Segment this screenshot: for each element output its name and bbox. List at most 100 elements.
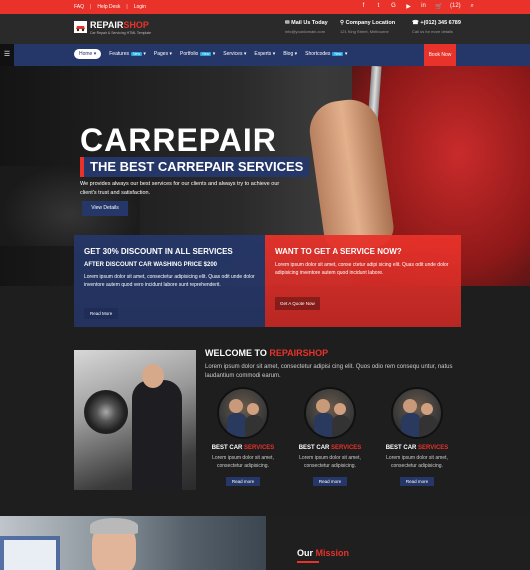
- cart-count[interactable]: (12): [450, 3, 461, 10]
- nav-item-experts[interactable]: Experts ▾: [254, 51, 275, 57]
- background-screen: [4, 540, 56, 570]
- faq-link[interactable]: FAQ: [74, 4, 84, 10]
- nav-item-portfolio[interactable]: Portfolio New ▾: [180, 51, 215, 57]
- service-title: BEST CAR SERVICES: [295, 445, 365, 451]
- discount-title: GET 30% DISCOUNT IN ALL SERVICES: [84, 247, 233, 256]
- mechanic-body: [132, 380, 182, 490]
- service-desc: Lorem ipsum dolor sit amet, consectetur …: [386, 455, 448, 469]
- nav-item-home[interactable]: Home ▾: [74, 49, 102, 59]
- logo-text: REPAIRSHOP: [90, 20, 149, 30]
- main-nav: ☰ Home ▾ Features New ▾ Pages ▾ Portfolio…: [0, 44, 530, 66]
- service-desc: Lorem ipsum dolor sit amet, consectetur …: [299, 455, 361, 469]
- location-info: ⚲ Company Location 121 King Street, Melb…: [340, 20, 395, 34]
- google-plus-icon[interactable]: G: [390, 3, 397, 10]
- portrait-hair: [90, 518, 138, 534]
- search-icon[interactable]: ⌕: [469, 3, 476, 10]
- read-more-button[interactable]: Read more: [399, 477, 435, 486]
- logo-tagline: Car Repair & Servicing HTML Template: [90, 31, 152, 35]
- new-badge: New: [200, 52, 212, 56]
- welcome-prefix: WELCOME TO: [205, 348, 270, 358]
- phone-info: ☎ +(012) 345 6789 Call us for more detai…: [412, 20, 461, 34]
- service-quote-box: WANT TO GET A SERVICE NOW? Lorem ipsum d…: [265, 235, 461, 327]
- new-badge: New: [130, 52, 142, 56]
- welcome-text: Lorem ipsum dolor sit amet, consectetur …: [205, 364, 453, 379]
- hero-text: We provides always our best services for…: [80, 181, 280, 196]
- service-card: BEST CAR SERVICES Lorem ipsum dolor sit …: [295, 387, 365, 488]
- top-links: FAQ | Help Desk | Login: [74, 4, 146, 10]
- read-more-button[interactable]: Read more: [312, 477, 348, 486]
- discount-text: Lorem ipsum dolor sit amet, consectetur …: [84, 274, 255, 288]
- nav-label: Shortcodes: [305, 51, 331, 57]
- service-image: [304, 387, 356, 439]
- new-badge: New: [332, 52, 344, 56]
- mission-prefix: Our: [297, 548, 316, 558]
- mechanic-photo: [74, 350, 196, 490]
- discount-subtitle: AFTER DISCOUNT CAR WASHING PRICE $200: [84, 262, 218, 268]
- nav-label: Features: [109, 51, 129, 57]
- mechanic-head: [142, 364, 164, 388]
- phone-title: +(012) 345 6789: [420, 20, 461, 26]
- nav-label: Home: [79, 51, 93, 57]
- location-title: Company Location: [345, 20, 396, 26]
- mission-suffix: Mission: [315, 548, 350, 558]
- service-card: BEST CAR SERVICES Lorem ipsum dolor sit …: [382, 387, 452, 488]
- nav-label: Pages: [153, 51, 169, 57]
- nav-items: Home ▾ Features New ▾ Pages ▾ Portfolio Ne…: [74, 49, 347, 59]
- nav-item-shortcodes[interactable]: Shortcodes New ▾: [305, 51, 347, 57]
- mechanic-portrait: [0, 516, 266, 570]
- service-title-a: BEST CAR: [298, 445, 332, 451]
- linkedin-icon[interactable]: in: [420, 3, 427, 10]
- welcome-suffix: REPAIRSHOP: [269, 348, 329, 358]
- view-details-button[interactable]: View Details: [82, 201, 128, 216]
- location-sub: 121 King Street, Melbourne: [340, 29, 389, 34]
- mail-title: Mail Us Today: [291, 20, 328, 26]
- settings-toggle-icon[interactable]: ☰: [0, 44, 14, 66]
- nav-item-features[interactable]: Features New ▾: [109, 51, 146, 57]
- nav-label: Services: [223, 51, 243, 57]
- service-image: [391, 387, 443, 439]
- car-logo-icon: [74, 21, 87, 33]
- cart-icon[interactable]: 🛒: [435, 3, 442, 10]
- twitter-icon[interactable]: t: [375, 3, 382, 10]
- wheel-shape: [84, 390, 128, 434]
- social-icons: f t G ▶ in 🛒 (12) ⌕: [360, 3, 476, 10]
- service-card: BEST CAR SERVICES Lorem ipsum dolor sit …: [208, 387, 278, 488]
- mission-title: Our Mission: [297, 548, 349, 558]
- nav-item-services[interactable]: Services ▾: [223, 51, 246, 57]
- service-title-a: BEST CAR: [385, 445, 419, 451]
- service-image: [217, 387, 269, 439]
- hero-subtitle: THE BEST CARREPAIR SERVICES: [80, 157, 310, 177]
- service-title: BEST CAR SERVICES: [382, 445, 452, 451]
- separator: |: [90, 4, 92, 10]
- nav-label: Blog: [283, 51, 294, 57]
- mail-info: ✉ Mail Us Today info@yourdomain.com: [285, 20, 328, 34]
- separator: |: [126, 4, 128, 10]
- nav-item-blog[interactable]: Blog ▾: [283, 51, 297, 57]
- discount-box: GET 30% DISCOUNT IN ALL SERVICES AFTER D…: [74, 235, 265, 327]
- service-title-b: SERVICES: [244, 445, 275, 451]
- service-title-a: BEST CAR: [211, 445, 245, 451]
- logo-prefix: REPAIR: [90, 20, 124, 30]
- mail-sub: info@yourdomain.com: [285, 29, 326, 34]
- nav-label: Portfolio: [180, 51, 199, 57]
- help-desk-link[interactable]: Help Desk: [97, 4, 120, 10]
- read-more-button[interactable]: Read more: [225, 477, 261, 486]
- login-link[interactable]: Login: [134, 4, 146, 10]
- youtube-icon[interactable]: ▶: [405, 3, 412, 10]
- top-bar: FAQ | Help Desk | Login f t G ▶ in 🛒 (12…: [0, 0, 530, 14]
- site-header: REPAIRSHOP Car Repair & Servicing HTML T…: [0, 14, 530, 44]
- nav-label: Experts: [254, 51, 272, 57]
- nav-item-pages[interactable]: Pages ▾: [154, 51, 172, 57]
- facebook-icon[interactable]: f: [360, 3, 367, 10]
- read-more-button[interactable]: Read More: [84, 308, 119, 319]
- book-now-button[interactable]: Book Now: [424, 44, 456, 66]
- hero-title: CARREPAIR: [80, 122, 277, 158]
- service-title-b: SERVICES: [418, 445, 449, 451]
- quote-text: Lorem ipsum dolor sit amet, conse ctetur…: [275, 262, 449, 276]
- title-underline: [297, 561, 319, 563]
- welcome-title: WELCOME TO REPAIRSHOP: [205, 348, 328, 358]
- service-title-b: SERVICES: [331, 445, 362, 451]
- get-quote-button[interactable]: Get A Quote Now: [275, 297, 320, 310]
- phone-sub: Call us for more details: [412, 29, 453, 34]
- service-title: BEST CAR SERVICES: [208, 445, 278, 451]
